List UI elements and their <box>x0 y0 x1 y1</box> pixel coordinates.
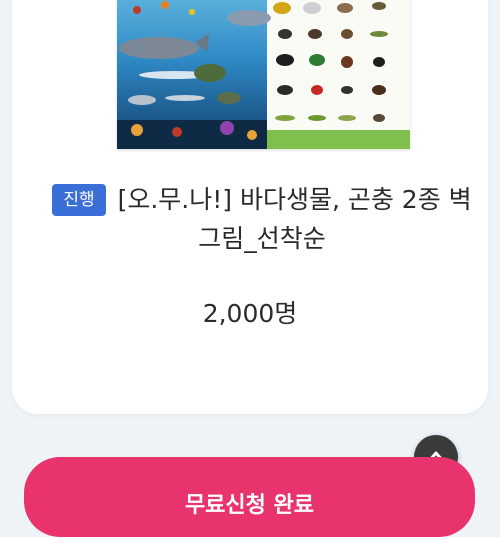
recruitment-count: 2,000명 <box>202 299 298 328</box>
event-title[interactable]: [오.무.나!] 바다생물, 곤충 2종 벽그림_선착순 <box>118 185 472 253</box>
apply-button[interactable]: 무료신청 완료 <box>24 457 475 537</box>
event-poster-image[interactable]: 곤충 <box>117 0 410 149</box>
event-card[interactable]: 곤충 진행 [오.무.나!] 바다생물, 곤충 2종 벽그림_선착순 <box>12 0 488 414</box>
event-title-block: 진행 [오.무.나!] 바다생물, 곤충 2종 벽그림_선착순 <box>52 180 472 258</box>
status-badge: 진행 <box>52 184 106 216</box>
